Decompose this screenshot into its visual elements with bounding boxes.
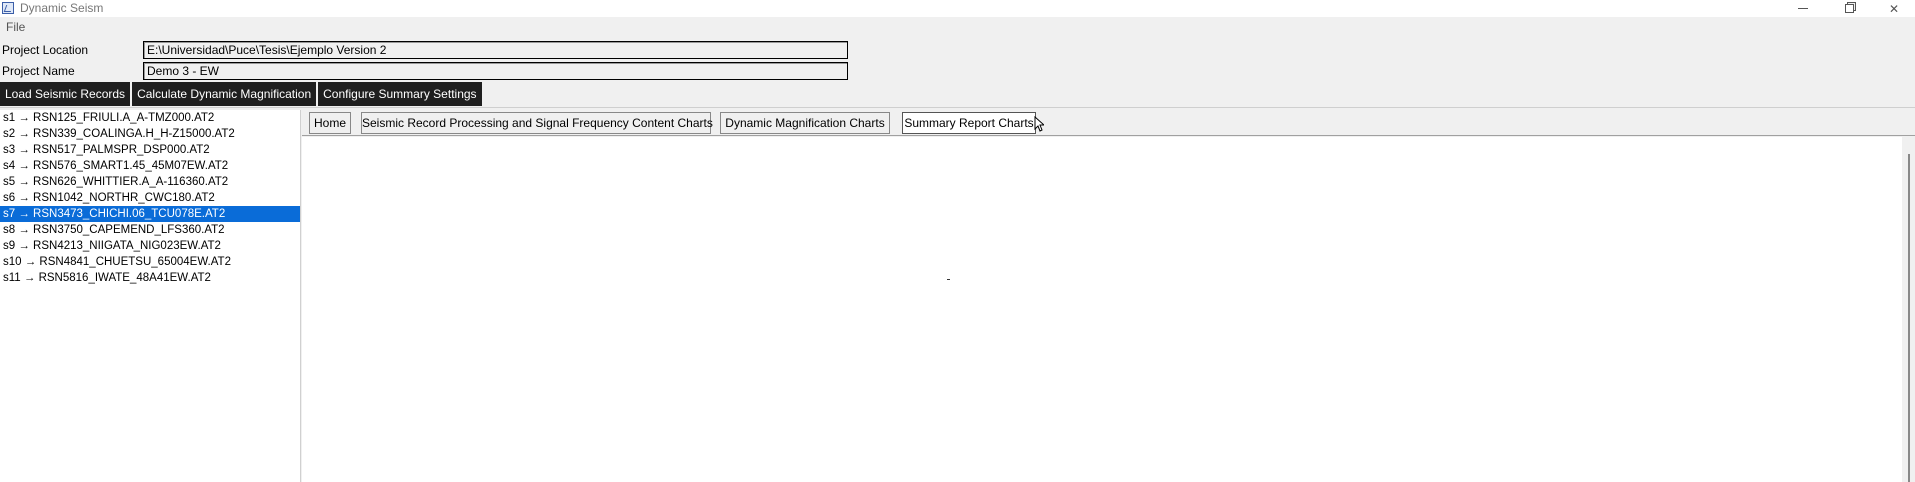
list-item[interactable]: s7 → RSN3473_CHICHI.06_TCU078E.AT2 xyxy=(0,206,300,222)
toolbar: Load Seismic Records Calculate Dynamic M… xyxy=(0,82,482,106)
mouse-cursor-icon xyxy=(1034,116,1044,132)
list-item[interactable]: s8 → RSN3750_CAPEMEND_LFS360.AT2 xyxy=(0,222,300,238)
records-list[interactable]: s1 → RSN125_FRIULI.A_A-TMZ000.AT2 s2 → R… xyxy=(0,110,301,482)
list-item[interactable]: s3 → RSN517_PALMSPR_DSP000.AT2 xyxy=(0,142,300,158)
minimize-button[interactable] xyxy=(1780,0,1826,17)
list-item[interactable]: s2 → RSN339_COALINGA.H_H-Z15000.AT2 xyxy=(0,126,300,142)
project-location-label: Project Location xyxy=(2,43,89,57)
calculate-dynamic-magnification-button[interactable]: Calculate Dynamic Magnification xyxy=(132,82,317,106)
vertical-scrollbar[interactable] xyxy=(1904,137,1915,482)
app-icon xyxy=(2,2,14,14)
title-bar: Dynamic Seism ✕ xyxy=(0,0,1915,17)
project-name-field[interactable]: Demo 3 - EW xyxy=(143,62,848,80)
menu-file[interactable]: File xyxy=(6,20,25,34)
project-location-field[interactable]: E:\Universidad\Puce\Tesis\Ejemplo Versio… xyxy=(143,41,848,59)
list-item[interactable]: s1 → RSN125_FRIULI.A_A-TMZ000.AT2 xyxy=(0,110,300,126)
maximize-button[interactable] xyxy=(1826,0,1872,17)
load-seismic-records-button[interactable]: Load Seismic Records xyxy=(0,82,131,106)
list-item[interactable]: s6 → RSN1042_NORTHR_CWC180.AT2 xyxy=(0,190,300,206)
separator xyxy=(0,107,1915,108)
list-item[interactable]: s4 → RSN576_SMART1.45_45M07EW.AT2 xyxy=(0,158,300,174)
close-button[interactable]: ✕ xyxy=(1871,0,1915,17)
minimize-icon xyxy=(1798,8,1808,9)
project-name-label: Project Name xyxy=(2,64,75,78)
scrollbar-thumb[interactable] xyxy=(1908,154,1910,482)
list-item[interactable]: s10 → RSN4841_CHUETSU_65004EW.AT2 xyxy=(0,254,300,270)
placeholder-mark xyxy=(947,279,950,280)
tab-bar: Home Seismic Record Processing and Signa… xyxy=(302,110,1915,136)
list-item[interactable]: s11 → RSN5816_IWATE_48A41EW.AT2 xyxy=(0,270,300,286)
menu-bar: File xyxy=(0,17,1915,36)
tab-home[interactable]: Home xyxy=(309,112,351,134)
tab-signal-processing[interactable]: Seismic Record Processing and Signal Fre… xyxy=(361,112,713,134)
window-title: Dynamic Seism xyxy=(20,1,104,15)
list-item[interactable]: s5 → RSN626_WHITTIER.A_A-116360.AT2 xyxy=(0,174,300,190)
chart-content-area xyxy=(302,137,1902,482)
close-icon: ✕ xyxy=(1888,1,1900,16)
tab-summary-report[interactable]: Summary Report Charts xyxy=(902,112,1036,134)
restore-icon xyxy=(1844,4,1854,13)
list-item[interactable]: s9 → RSN4213_NIIGATA_NIG023EW.AT2 xyxy=(0,238,300,254)
tab-dynamic-magnification[interactable]: Dynamic Magnification Charts xyxy=(720,112,890,134)
configure-summary-settings-button[interactable]: Configure Summary Settings xyxy=(318,82,482,106)
